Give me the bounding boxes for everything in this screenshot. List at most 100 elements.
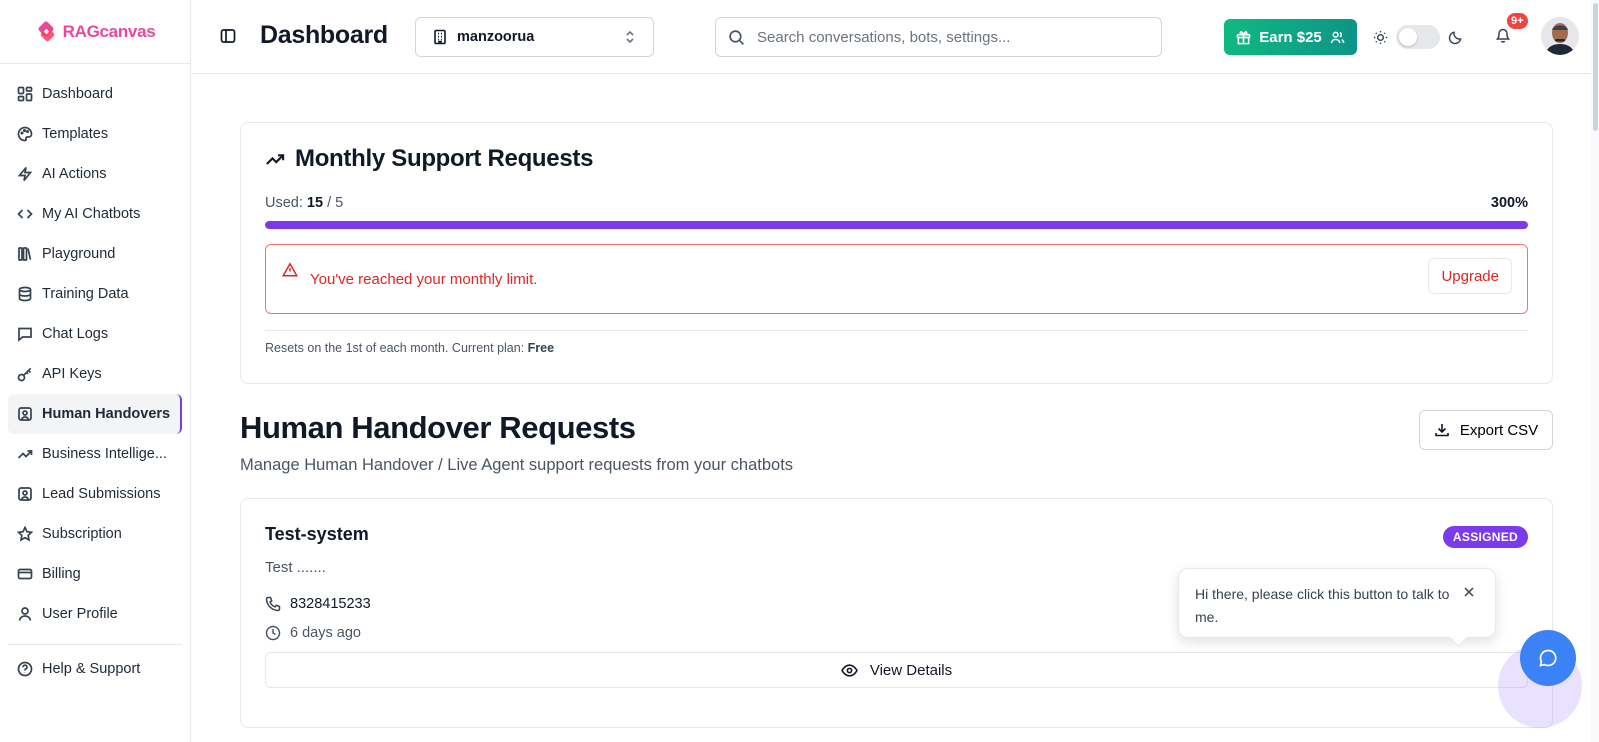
view-details-button[interactable]: View Details — [265, 652, 1528, 688]
usage-card: Monthly Support Requests Used: 15 / 5 30… — [240, 122, 1553, 384]
palette-icon — [17, 126, 33, 142]
earn-label: Earn $25 — [1259, 28, 1322, 46]
view-details-label: View Details — [869, 661, 953, 679]
alert-triangle-icon — [282, 262, 298, 277]
help-icon — [17, 661, 33, 677]
chevrons-up-down-icon — [626, 30, 634, 44]
users-icon — [1330, 31, 1345, 43]
trending-up-icon — [17, 450, 33, 459]
request-title: Test-system — [265, 524, 369, 544]
alert-text: You've reached your monthly limit. — [310, 270, 538, 288]
clock-icon — [265, 625, 281, 641]
sidebar-item-label: Human Handovers — [42, 406, 171, 422]
dashboard-icon — [17, 86, 33, 102]
sidebar: RAGcanvas Dashboard Templates AI Actions… — [0, 0, 191, 742]
organization-select[interactable]: manzoorua — [415, 17, 654, 57]
sun-icon — [1373, 30, 1388, 44]
chat-bubble-icon — [1539, 649, 1557, 667]
close-icon[interactable] — [1463, 586, 1475, 598]
trending-up-icon — [266, 154, 285, 165]
sidebar-item-chat-logs[interactable]: Chat Logs — [0, 314, 182, 354]
limit-alert: You've reached your monthly limit. Upgra… — [265, 244, 1528, 314]
handovers-header: Human Handover Requests Manage Human Han… — [240, 410, 1553, 498]
sidebar-item-dashboard[interactable]: Dashboard — [0, 74, 182, 114]
usage-divider — [265, 330, 1528, 331]
key-icon — [17, 367, 32, 382]
earn-referral-button[interactable]: Earn $25 — [1224, 19, 1357, 55]
sidebar-item-playground[interactable]: Playground — [0, 234, 182, 274]
sidebar-item-label: Chat Logs — [42, 326, 109, 342]
download-icon — [1435, 424, 1449, 437]
chat-tooltip-text: Hi there, please click this button to ta… — [1195, 586, 1450, 625]
sidebar-item-templates[interactable]: Templates — [0, 114, 182, 154]
sidebar-item-label: Business Intellige... — [42, 446, 167, 462]
phone-number: 8328415233 — [290, 596, 371, 612]
code-icon — [17, 209, 33, 219]
database-icon — [18, 286, 32, 302]
upgrade-button[interactable]: Upgrade — [1428, 258, 1512, 294]
sidebar-item-label: Subscription — [42, 526, 122, 542]
sidebar-item-my-ai-chatbots[interactable]: My AI Chatbots — [0, 194, 182, 234]
sidebar-nav: Dashboard Templates AI Actions My AI Cha… — [0, 64, 190, 689]
star-icon — [17, 526, 33, 542]
sidebar-item-label: Help & Support — [42, 661, 141, 677]
export-csv-button[interactable]: Export CSV — [1419, 410, 1553, 450]
dark-mode-toggle[interactable] — [1396, 25, 1440, 49]
organization-name: manzoorua — [457, 29, 535, 45]
message-icon — [18, 327, 32, 342]
usage-percent: 300% — [1490, 195, 1528, 211]
search-input[interactable] — [757, 28, 1137, 46]
toggle-knob — [1399, 28, 1417, 46]
usage-title: Monthly Support Requests — [265, 145, 1528, 173]
page-scrollbar[interactable] — [1591, 0, 1599, 742]
brand-name: RAGcanvas — [62, 21, 156, 41]
sidebar-item-business-intelligence[interactable]: Business Intellige... — [0, 434, 182, 474]
usage-reset-note: Resets on the 1st of each month. Current… — [265, 341, 555, 355]
page-title: Dashboard — [260, 21, 388, 49]
library-icon — [18, 247, 32, 261]
sidebar-item-human-handovers[interactable]: Human Handovers — [8, 394, 182, 434]
phone-icon — [265, 596, 281, 612]
relative-time: 6 days ago — [290, 625, 361, 641]
sidebar-item-user-profile[interactable]: User Profile — [0, 594, 182, 634]
theme-switcher — [1373, 25, 1463, 49]
user-avatar[interactable] — [1541, 17, 1579, 55]
top-header: Dashboard manzoorua Earn $25 9+ — [192, 0, 1599, 74]
bell-icon — [1495, 28, 1511, 43]
sidebar-item-subscription[interactable]: Subscription — [0, 514, 182, 554]
user-icon — [18, 607, 32, 621]
sidebar-item-ai-actions[interactable]: AI Actions — [0, 154, 182, 194]
sidebar-item-training-data[interactable]: Training Data — [0, 274, 182, 314]
sidebar-item-label: Training Data — [42, 286, 129, 302]
brand-logo[interactable]: RAGcanvas — [0, 0, 190, 64]
chat-widget-tooltip: Hi there, please click this button to ta… — [1178, 568, 1496, 638]
global-search[interactable] — [715, 17, 1162, 57]
usage-count: Used: 15 / 5 — [265, 195, 344, 211]
contact-icon — [18, 407, 32, 421]
sidebar-toggle-icon[interactable] — [220, 28, 236, 44]
sidebar-item-label: Lead Submissions — [42, 486, 161, 502]
building-icon — [434, 29, 446, 45]
sidebar-item-api-keys[interactable]: API Keys — [0, 354, 182, 394]
sidebar-item-lead-submissions[interactable]: Lead Submissions — [0, 474, 182, 514]
usage-progress-bar — [265, 221, 1528, 229]
usage-stats: Used: 15 / 5 300% — [265, 195, 1528, 211]
sidebar-item-label: API Keys — [42, 366, 102, 382]
handovers-subtitle: Manage Human Handover / Live Agent suppo… — [240, 456, 794, 474]
sidebar-item-label: User Profile — [42, 606, 118, 622]
sidebar-item-label: Templates — [42, 126, 109, 142]
search-icon — [729, 29, 745, 45]
chat-widget-button[interactable] — [1520, 630, 1576, 686]
usage-progress-fill — [265, 221, 1528, 229]
sidebar-divider — [8, 644, 182, 645]
status-badge: ASSIGNED — [1442, 526, 1528, 548]
usage-title-text: Monthly Support Requests — [295, 145, 594, 172]
sidebar-item-help-support[interactable]: Help & Support — [0, 649, 182, 689]
sidebar-item-label: Dashboard — [42, 86, 113, 102]
scrollbar-thumb[interactable] — [1593, 3, 1598, 131]
handovers-title: Human Handover Requests — [240, 410, 636, 445]
contact-icon — [18, 487, 32, 501]
notifications-button[interactable]: 9+ — [1495, 13, 1528, 48]
sidebar-item-billing[interactable]: Billing — [0, 554, 182, 594]
sidebar-item-label: AI Actions — [42, 166, 107, 182]
